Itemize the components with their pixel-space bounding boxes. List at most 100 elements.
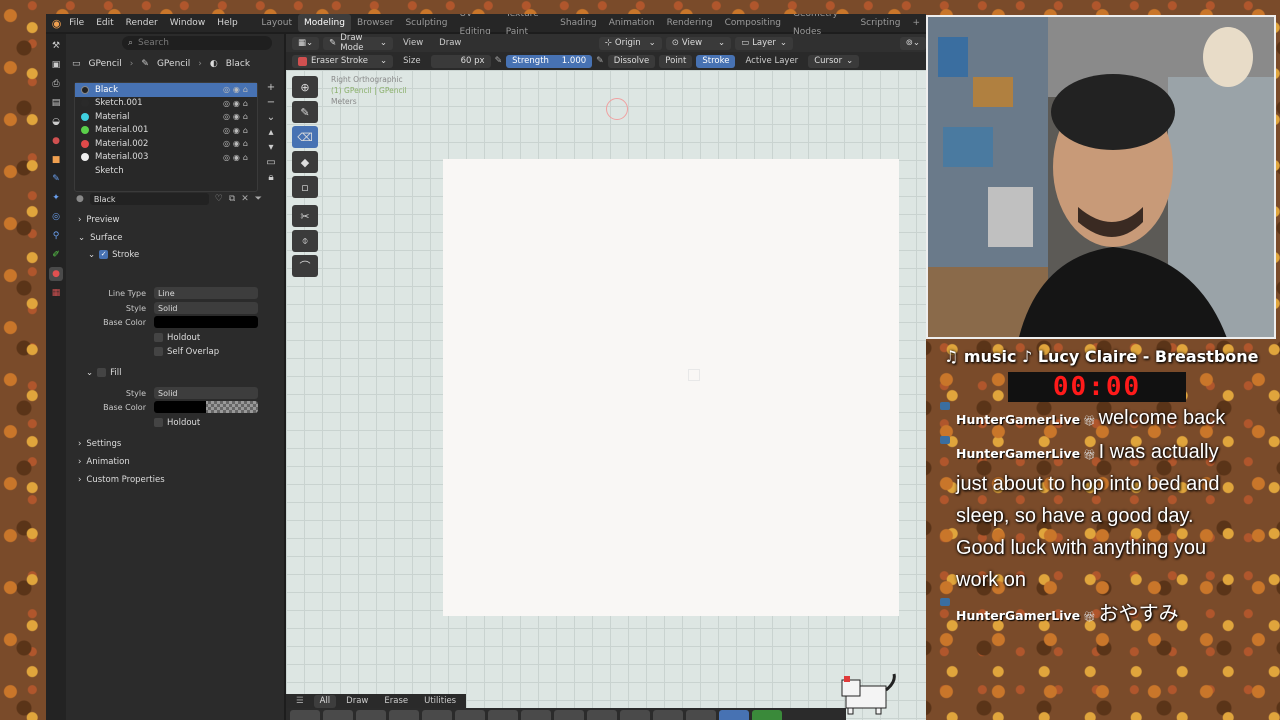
strength-slider[interactable]: Strength 1.000 <box>506 54 593 68</box>
material-name-field[interactable]: Black <box>89 193 209 205</box>
workspace-tab-scripting[interactable]: Scripting <box>854 14 906 32</box>
mode-point[interactable]: Point <box>659 54 693 68</box>
stroke-checkbox[interactable]: ✓ <box>99 250 109 259</box>
modifier-tab-icon[interactable]: ✎ <box>49 172 63 186</box>
brush-thumbnail[interactable] <box>455 710 485 720</box>
menu-render[interactable]: Render <box>120 14 164 32</box>
workspace-tab-sculpting[interactable]: Sculpting <box>399 14 453 32</box>
material-slot[interactable]: Material ◎◉⌂ <box>75 110 257 124</box>
lock-icon[interactable]: 🔒︎ <box>268 172 273 183</box>
style-dropdown[interactable]: Solid <box>154 302 258 314</box>
visibility-toggle-icon[interactable]: ◎◉⌂ <box>223 153 251 162</box>
workspace-tab-layout[interactable]: Layout <box>255 14 298 32</box>
material-slot[interactable]: Black ◎◉⌂ <box>75 83 257 97</box>
self-overlap-checkbox[interactable]: Self Overlap <box>154 345 219 358</box>
visibility-toggle-icon[interactable]: ◎◉⌂ <box>223 85 251 94</box>
workspace-tab-animation[interactable]: Animation <box>603 14 661 32</box>
duplicate-icon[interactable]: ⧉ <box>229 194 235 204</box>
material-slot[interactable]: Material.003 ◎◉⌂ <box>75 151 257 165</box>
move-up-icon[interactable]: ▴ <box>268 127 273 138</box>
brush-thumbnail[interactable] <box>653 710 683 720</box>
material-tab-icon[interactable]: ● <box>49 267 63 281</box>
tool-tab-icon[interactable]: ⚒ <box>49 39 63 53</box>
brush-thumbnail[interactable] <box>752 710 782 720</box>
view-dropdown[interactable]: ⊙ View ⌄ <box>665 36 732 50</box>
filter-icon[interactable]: ⏷ <box>255 194 262 204</box>
menu-edit[interactable]: Edit <box>90 14 119 32</box>
output-tab-icon[interactable]: ⎙ <box>49 77 63 91</box>
view-layer-tab-icon[interactable]: ▤ <box>49 96 63 110</box>
brush-dropdown[interactable]: Eraser Stroke ⌄ <box>292 54 394 68</box>
brush-thumbnail-active[interactable] <box>719 710 749 720</box>
pressure-icon[interactable]: ✎ <box>596 56 604 66</box>
fake-user-icon[interactable]: ♡ <box>215 194 223 204</box>
workspace-tab-compositing[interactable]: Compositing <box>719 14 787 32</box>
tab-all[interactable]: All <box>313 694 337 708</box>
move-down-icon[interactable]: ▾ <box>268 142 273 153</box>
holdout-checkbox[interactable]: Holdout <box>154 331 200 344</box>
material-slot[interactable]: Sketch <box>75 164 257 178</box>
base-color-swatch[interactable] <box>154 316 258 328</box>
menu-icon[interactable]: ☰ <box>290 695 310 708</box>
cutter-tool-icon[interactable]: ✂ <box>292 205 318 227</box>
draw-menu[interactable]: Draw <box>433 38 467 48</box>
effects-tab-icon[interactable]: ✦ <box>49 191 63 205</box>
workspace-tab-browser[interactable]: Browser <box>351 14 399 32</box>
drawing-canvas[interactable] <box>443 159 899 616</box>
material-selector[interactable]: ● Black ♡ ⧉ ✕ ⏷ <box>76 191 262 207</box>
search-field[interactable]: ⌕ Search <box>122 36 272 50</box>
brush-thumbnail[interactable] <box>686 710 716 720</box>
texture-tab-icon[interactable]: ▦ <box>49 286 63 300</box>
material-slot-list[interactable]: Black ◎◉⌂ Sketch.001 ◎◉⌂ Material ◎◉⌂ Mater… <box>74 82 258 192</box>
cursor-tool-icon[interactable]: ⊕ <box>292 76 318 98</box>
tint-tool-icon[interactable]: ▫ <box>292 176 318 198</box>
render-tab-icon[interactable]: ▣ <box>49 58 63 72</box>
world-tab-icon[interactable]: ● <box>49 134 63 148</box>
brush-thumbnail[interactable] <box>554 710 584 720</box>
menu-window[interactable]: Window <box>164 14 212 32</box>
settings-panel-header[interactable]: › Settings <box>78 437 121 450</box>
visibility-toggle-icon[interactable]: ◎◉⌂ <box>223 126 251 135</box>
preview-panel-header[interactable]: › Preview <box>78 213 120 226</box>
material-slot[interactable]: Sketch.001 ◎◉⌂ <box>75 97 257 111</box>
brush-thumbnail[interactable] <box>290 710 320 720</box>
scene-tab-icon[interactable]: ◒ <box>49 115 63 129</box>
stroke-subpanel-header[interactable]: ⌄ ✓ Stroke <box>88 248 139 261</box>
menu-help[interactable]: Help <box>211 14 244 32</box>
fill-style-dropdown[interactable]: Solid <box>154 387 258 399</box>
fill-subpanel-header[interactable]: ⌄ Fill <box>86 366 121 379</box>
mode-dropdown[interactable]: ✎ Draw Mode ⌄ <box>323 33 393 53</box>
size-field[interactable]: 60 px <box>430 54 491 68</box>
mode-stroke[interactable]: Stroke <box>696 54 736 68</box>
surface-panel-header[interactable]: ⌄ Surface <box>78 231 123 244</box>
menu-file[interactable]: File <box>63 14 90 32</box>
cursor-dropdown[interactable]: Cursor ⌄ <box>808 54 860 68</box>
unlink-icon[interactable]: ✕ <box>241 194 249 204</box>
brush-thumbnail[interactable] <box>323 710 353 720</box>
custom-properties-panel-header[interactable]: › Custom Properties <box>78 473 165 486</box>
workspace-tab-rendering[interactable]: Rendering <box>661 14 719 32</box>
line-tool-icon[interactable]: ⌒ <box>292 255 318 277</box>
data-tab-icon[interactable]: ✐ <box>49 248 63 262</box>
workspace-tab-shading[interactable]: Shading <box>554 14 603 32</box>
chevron-down-icon[interactable]: ⌄ <box>267 112 275 123</box>
tab-utilities[interactable]: Utilities <box>418 696 462 706</box>
fill-holdout-checkbox[interactable]: Holdout <box>154 416 200 429</box>
display-icon[interactable]: ▭ <box>266 157 275 168</box>
brush-thumbnail[interactable] <box>620 710 650 720</box>
physics-tab-icon[interactable]: ◎ <box>49 210 63 224</box>
add-workspace-button[interactable]: + <box>906 14 926 32</box>
add-slot-icon[interactable]: + <box>267 82 275 93</box>
fill-tool-icon[interactable]: ◆ <box>292 151 318 173</box>
editor-type-dropdown[interactable]: ▦⌄ <box>292 36 320 50</box>
object-tab-icon[interactable]: ■ <box>49 153 63 167</box>
brush-thumbnail[interactable] <box>488 710 518 720</box>
material-slot[interactable]: Material.001 ◎◉⌂ <box>75 124 257 138</box>
animation-panel-header[interactable]: › Animation <box>78 455 130 468</box>
remove-slot-icon[interactable]: − <box>267 97 275 108</box>
tab-erase[interactable]: Erase <box>378 696 414 706</box>
line-type-dropdown[interactable]: Line <box>154 287 258 299</box>
brush-thumbnail[interactable] <box>521 710 551 720</box>
visibility-toggle-icon[interactable]: ◎◉⌂ <box>223 139 251 148</box>
fill-base-color-swatch[interactable] <box>154 401 258 413</box>
